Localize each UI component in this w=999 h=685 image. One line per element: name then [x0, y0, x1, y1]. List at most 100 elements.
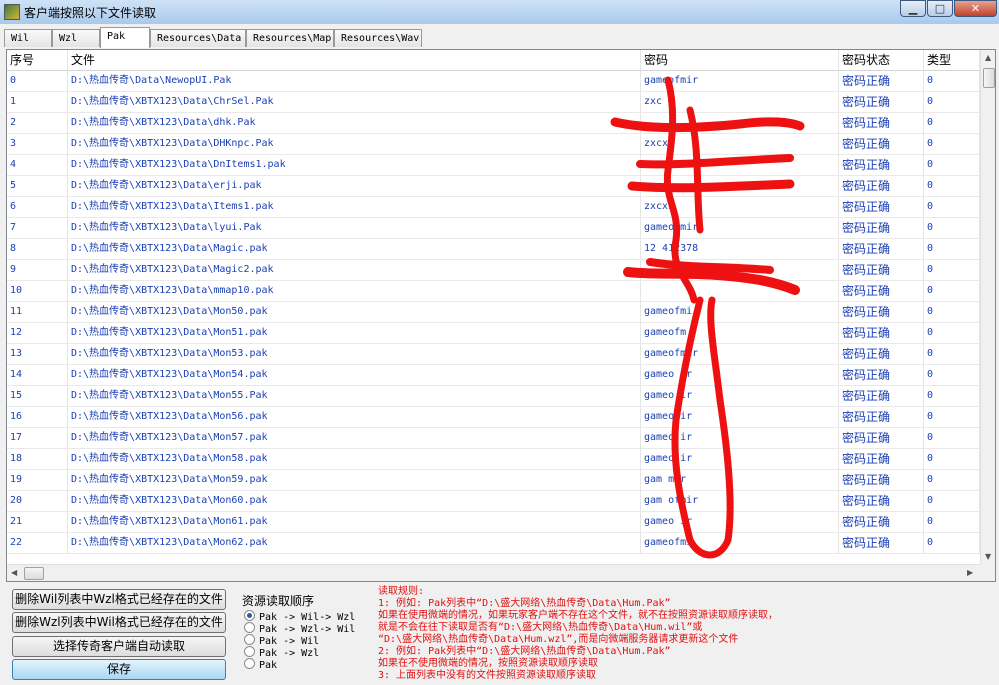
- row-number: 15: [7, 386, 68, 406]
- row-file-path: D:\热血传奇\XBTX123\Data\Magic2.pak: [68, 260, 641, 280]
- horizontal-scrollbar[interactable]: ◀ ▶: [7, 564, 980, 581]
- table-row[interactable]: 16 D:\热血传奇\XBTX123\Data\Mon56.pak gameo ir…: [7, 407, 980, 428]
- row-password-status: 密码正确: [839, 134, 924, 154]
- row-password-status: 密码正确: [839, 176, 924, 196]
- minimize-button[interactable]: ▁: [900, 0, 926, 17]
- row-password: gameo ir: [641, 428, 839, 448]
- row-password-status: 密码正确: [839, 302, 924, 322]
- row-number: 12: [7, 323, 68, 343]
- rule-line: 2: 例如: Pak列表中“D:\盛大网络\热血传奇\Data\Hum.Pak”: [378, 646, 671, 657]
- delete-wzl-duplicates-button[interactable]: 删除Wzl列表中Wil格式已经存在的文件: [12, 612, 226, 633]
- row-number: 7: [7, 218, 68, 238]
- tab-resources-map[interactable]: Resources\Map: [246, 29, 334, 47]
- tab-wil[interactable]: Wil: [4, 29, 52, 47]
- row-password: gam mir: [641, 470, 839, 490]
- table-row[interactable]: 15 D:\热血传奇\XBTX123\Data\Mon55.Pak gameo ir…: [7, 386, 980, 407]
- column-header-no[interactable]: 序号: [7, 50, 68, 70]
- table-row[interactable]: 14 D:\热血传奇\XBTX123\Data\Mon54.pak gameo ir…: [7, 365, 980, 386]
- column-header-file[interactable]: 文件: [68, 50, 641, 70]
- row-password-status: 密码正确: [839, 113, 924, 133]
- table-row[interactable]: 4 D:\热血传奇\XBTX123\Data\DnItems1.pak zx 密码正确…: [7, 155, 980, 176]
- row-number: 3: [7, 134, 68, 154]
- row-password: gameo ir: [641, 449, 839, 469]
- row-password: gameo ir: [641, 407, 839, 427]
- table-row[interactable]: 22 D:\热血传奇\XBTX123\Data\Mon62.pak gameofmi…: [7, 533, 980, 554]
- delete-wil-duplicates-button[interactable]: 删除Wil列表中Wzl格式已经存在的文件: [12, 589, 226, 610]
- table-row[interactable]: 1 D:\热血传奇\XBTX123\Data\ChrSel.Pak zxc 密码正确 0: [7, 92, 980, 113]
- rule-line: 读取规则:: [378, 586, 425, 597]
- select-client-button[interactable]: 选择传奇客户端自动读取: [12, 636, 226, 657]
- row-file-path: D:\热血传奇\XBTX123\Data\erji.pak: [68, 176, 641, 196]
- row-type: 0: [924, 512, 980, 532]
- tab-wzl[interactable]: Wzl: [52, 29, 100, 47]
- table-row[interactable]: 2 D:\热血传奇\XBTX123\Data\dhk.Pak 密码正确 0: [7, 113, 980, 134]
- table-row[interactable]: 3 D:\热血传奇\XBTX123\Data\DHKnpc.Pak zxcxz 密码正…: [7, 134, 980, 155]
- tab-resources-data[interactable]: Resources\Data: [150, 29, 246, 47]
- row-file-path: D:\热血传奇\XBTX123\Data\Mon58.pak: [68, 449, 641, 469]
- row-number: 4: [7, 155, 68, 175]
- row-type: 0: [924, 407, 980, 427]
- window-title: 客户端按照以下文件读取: [24, 6, 157, 20]
- row-file-path: D:\热血传奇\XBTX123\Data\Mon62.pak: [68, 533, 641, 553]
- row-type: 0: [924, 533, 980, 553]
- read-order-option[interactable]: Pak: [244, 658, 277, 671]
- file-list[interactable]: 序号 文件 密码 密码状态 类型 0 D:\热血传奇\Data\NewopUI.P…: [6, 49, 996, 582]
- table-row[interactable]: 0 D:\热血传奇\Data\NewopUI.Pak gameofmir 密码正确 0: [7, 71, 980, 92]
- table-row[interactable]: 13 D:\热血传奇\XBTX123\Data\Mon53.pak gameofmi…: [7, 344, 980, 365]
- maximize-button[interactable]: □: [927, 0, 953, 17]
- close-button[interactable]: ✕: [954, 0, 997, 17]
- rule-line: “D:\盛大网络\热血传奇\Data\Hum.wzl”,而是向微端服务器请求更新…: [378, 634, 739, 645]
- tab-resources-wav[interactable]: Resources\Wav: [334, 29, 422, 47]
- column-header-password[interactable]: 密码: [641, 50, 839, 70]
- horizontal-scroll-thumb[interactable]: [24, 567, 44, 580]
- table-row[interactable]: 12 D:\热血传奇\XBTX123\Data\Mon51.pak gameofm 密…: [7, 323, 980, 344]
- row-password: gameofmi: [641, 533, 839, 553]
- row-password-status: 密码正确: [839, 92, 924, 112]
- scroll-up-icon[interactable]: ▲: [985, 53, 991, 62]
- table-row[interactable]: 10 D:\热血传奇\XBTX123\Data\mmap10.pak 密码正确 0: [7, 281, 980, 302]
- tab-pak[interactable]: Pak: [100, 27, 150, 48]
- table-row[interactable]: 17 D:\热血传奇\XBTX123\Data\Mon57.pak gameo ir…: [7, 428, 980, 449]
- row-number: 1: [7, 92, 68, 112]
- table-row[interactable]: 7 D:\热血传奇\XBTX123\Data\lyui.Pak gameofmir 密…: [7, 218, 980, 239]
- scroll-down-icon[interactable]: ▼: [985, 552, 991, 561]
- row-number: 22: [7, 533, 68, 553]
- size-grip: [980, 564, 995, 581]
- row-file-path: D:\热血传奇\Data\NewopUI.Pak: [68, 71, 641, 91]
- table-row[interactable]: 20 D:\热血传奇\XBTX123\Data\Mon60.pak gam ofmi…: [7, 491, 980, 512]
- table-row[interactable]: 9 D:\热血传奇\XBTX123\Data\Magic2.pak 密码正确 0: [7, 260, 980, 281]
- row-type: 0: [924, 260, 980, 280]
- row-file-path: D:\热血传奇\XBTX123\Data\DnItems1.pak: [68, 155, 641, 175]
- scroll-right-icon[interactable]: ▶: [967, 568, 973, 577]
- radio-icon: [244, 622, 255, 633]
- read-order-option[interactable]: Pak -> Wzl: [244, 646, 319, 659]
- vertical-scroll-thumb[interactable]: [983, 68, 995, 88]
- row-number: 16: [7, 407, 68, 427]
- radio-icon: [244, 610, 255, 621]
- table-row[interactable]: 18 D:\热血传奇\XBTX123\Data\Mon58.pak gameo ir…: [7, 449, 980, 470]
- row-password: [641, 176, 839, 196]
- row-number: 20: [7, 491, 68, 511]
- row-type: 0: [924, 92, 980, 112]
- list-header: 序号 文件 密码 密码状态 类型: [7, 50, 980, 71]
- table-row[interactable]: 6 D:\热血传奇\XBTX123\Data\Items1.pak zxcxz 密码正…: [7, 197, 980, 218]
- read-order-option[interactable]: Pak -> Wzl-> Wil: [244, 622, 355, 635]
- column-header-type[interactable]: 类型: [924, 50, 980, 70]
- row-type: 0: [924, 323, 980, 343]
- row-number: 6: [7, 197, 68, 217]
- scroll-left-icon[interactable]: ◀: [11, 568, 17, 577]
- table-row[interactable]: 19 D:\热血传奇\XBTX123\Data\Mon59.pak gam mir 密…: [7, 470, 980, 491]
- table-row[interactable]: 5 D:\热血传奇\XBTX123\Data\erji.pak 密码正确 0: [7, 176, 980, 197]
- row-password: zxcxz: [641, 134, 839, 154]
- column-header-status[interactable]: 密码状态: [839, 50, 924, 70]
- vertical-scrollbar[interactable]: ▲ ▼: [980, 50, 995, 564]
- read-order-option[interactable]: Pak -> Wil-> Wzl: [244, 610, 355, 623]
- table-row[interactable]: 11 D:\热血传奇\XBTX123\Data\Mon50.pak gameofmi…: [7, 302, 980, 323]
- table-row[interactable]: 21 D:\热血传奇\XBTX123\Data\Mon61.pak gameo ir…: [7, 512, 980, 533]
- table-row[interactable]: 8 D:\热血传奇\XBTX123\Data\Magic.pak 12 412378…: [7, 239, 980, 260]
- row-password: gameofmir: [641, 71, 839, 91]
- save-button[interactable]: 保存: [12, 659, 226, 680]
- row-file-path: D:\热血传奇\XBTX123\Data\Mon51.pak: [68, 323, 641, 343]
- read-order-option[interactable]: Pak -> Wil: [244, 634, 319, 647]
- read-order-group: 资源读取顺序 Pak -> Wil-> Wzl Pak -> Wzl-> Wil…: [236, 588, 372, 681]
